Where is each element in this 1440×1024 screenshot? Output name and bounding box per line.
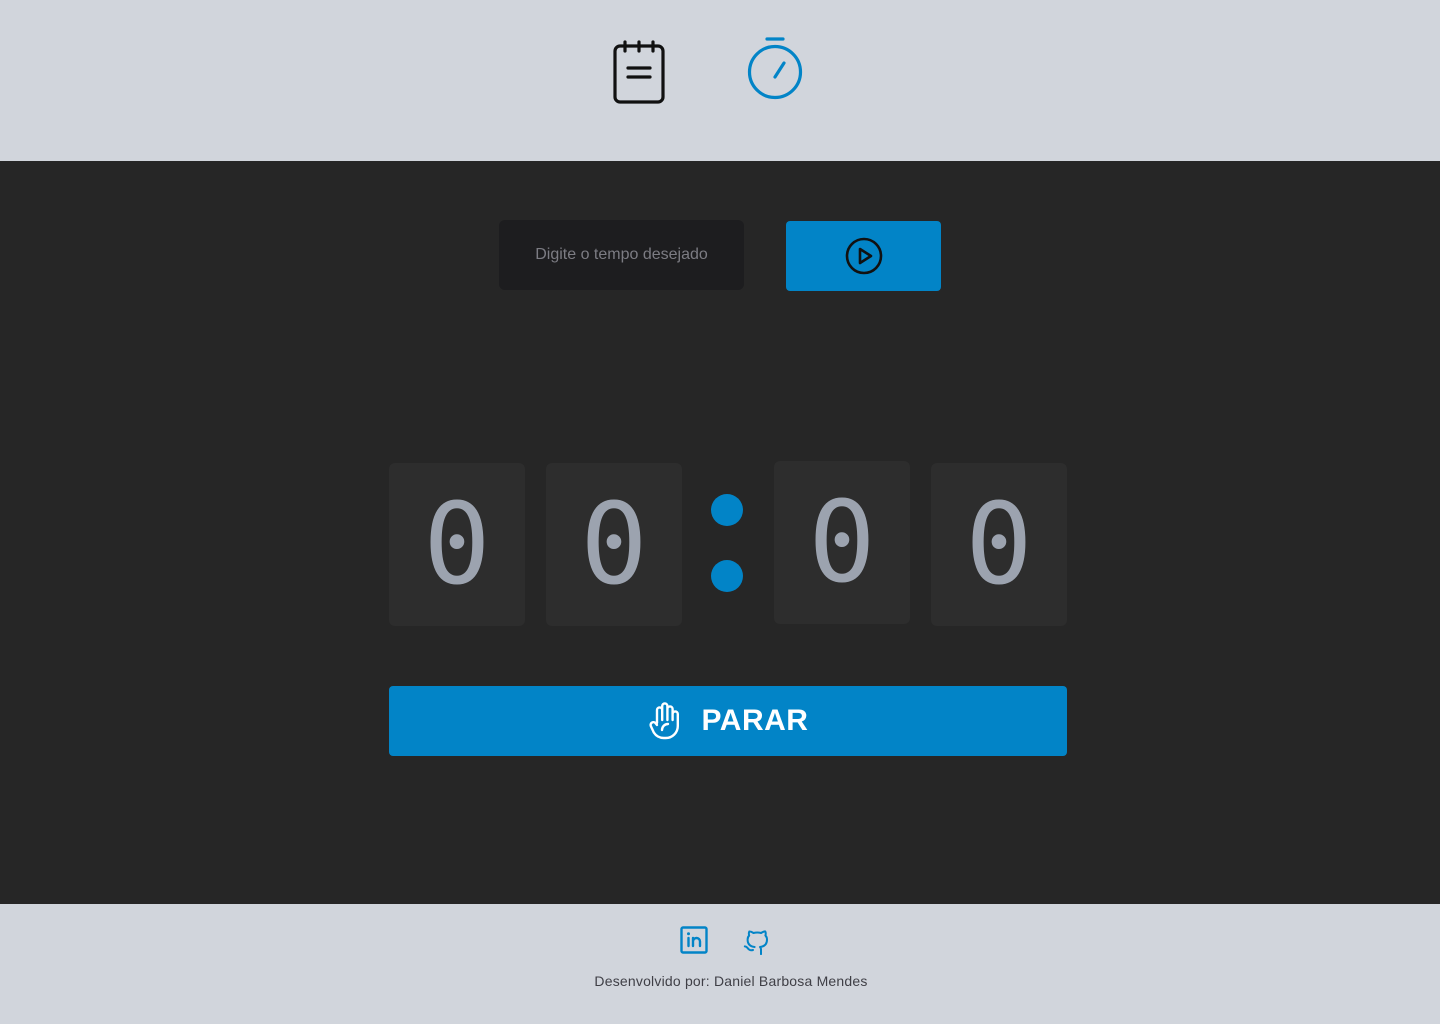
header <box>0 0 1440 161</box>
colon-separator-bottom <box>711 560 743 592</box>
nav-stopwatch-link[interactable] <box>745 36 805 106</box>
github-link[interactable] <box>740 924 772 956</box>
linkedin-link[interactable] <box>680 926 708 954</box>
seconds-ones-digit: 0 <box>931 463 1067 626</box>
play-circle-icon <box>845 237 882 275</box>
time-input[interactable] <box>499 220 744 290</box>
start-timer-button[interactable] <box>786 221 941 291</box>
linkedin-icon <box>680 926 708 954</box>
minutes-tens-digit: 0 <box>389 463 525 626</box>
footer: Desenvolvido por: Daniel Barbosa Mendes <box>0 904 1440 1024</box>
colon-separator-top <box>711 494 743 526</box>
developer-credit: Desenvolvido por: Daniel Barbosa Mendes <box>594 973 868 989</box>
hand-icon <box>648 702 679 740</box>
timer-main-panel: 0 0 0 0 PARAR <box>0 161 1440 904</box>
stop-button[interactable]: PARAR <box>389 686 1067 756</box>
seconds-tens-digit: 0 <box>774 461 910 624</box>
minutes-ones-digit: 0 <box>546 463 682 626</box>
github-icon <box>743 930 769 955</box>
notepad-icon <box>613 40 665 104</box>
nav-notepad-link[interactable] <box>612 40 666 106</box>
stop-button-label: PARAR <box>701 704 809 737</box>
stopwatch-icon <box>747 37 803 100</box>
